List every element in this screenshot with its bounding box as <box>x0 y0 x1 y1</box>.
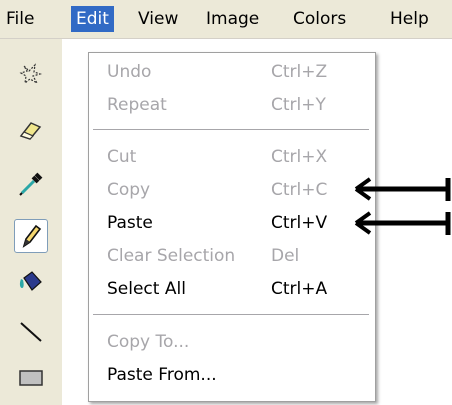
arrow-copy-annotation-icon <box>354 177 451 201</box>
menu-image[interactable]: Image <box>201 6 264 32</box>
pencil-icon <box>22 224 42 248</box>
color-picker-tool[interactable] <box>14 167 48 201</box>
menu-item-shortcut: Ctrl+Z <box>271 62 328 82</box>
menu-item-shortcut: Ctrl+V <box>271 213 328 233</box>
rectangle-icon <box>19 370 43 386</box>
menu-item-undo[interactable]: Undo Ctrl+Z <box>107 56 367 88</box>
eraser-tool[interactable] <box>14 113 48 147</box>
arrow-paste-annotation-icon <box>354 211 451 235</box>
menu-file[interactable]: File <box>1 6 39 32</box>
menu-item-label: Select All <box>107 279 186 299</box>
menu-item-label: Clear Selection <box>107 246 236 266</box>
menu-item-paste[interactable]: Paste Ctrl+V <box>107 207 367 239</box>
eraser-icon <box>19 122 42 140</box>
menu-item-copy-to[interactable]: Copy To... <box>107 326 367 358</box>
menu-item-repeat[interactable]: Repeat Ctrl+Y <box>107 89 367 121</box>
menu-item-shortcut: Ctrl+C <box>271 180 328 200</box>
menu-item-label: Paste <box>107 213 153 233</box>
menu-bar: File Edit View Image Colors Help <box>0 0 452 39</box>
menu-item-label: Copy To... <box>107 332 190 352</box>
menu-item-clear-selection[interactable]: Clear Selection Del <box>107 240 367 272</box>
line-icon <box>20 322 42 342</box>
menu-colors[interactable]: Colors <box>288 6 351 32</box>
menu-item-label: Undo <box>107 62 152 82</box>
menu-item-shortcut: Del <box>271 246 300 266</box>
menu-separator <box>93 314 369 315</box>
menu-view[interactable]: View <box>133 6 183 32</box>
menu-help[interactable]: Help <box>385 6 434 32</box>
free-form-select-icon <box>19 63 43 85</box>
menu-item-label: Repeat <box>107 95 167 115</box>
menu-separator <box>93 129 369 130</box>
menu-item-cut[interactable]: Cut Ctrl+X <box>107 141 367 173</box>
tool-box <box>0 39 62 405</box>
menu-item-shortcut: Ctrl+A <box>271 279 328 299</box>
color-picker-icon <box>19 172 43 196</box>
menu-item-copy[interactable]: Copy Ctrl+C <box>107 174 367 206</box>
line-tool[interactable] <box>14 315 48 349</box>
menu-item-paste-from[interactable]: Paste From... <box>107 359 367 391</box>
edit-menu-dropdown: Undo Ctrl+Z Repeat Ctrl+Y Cut Ctrl+X Cop… <box>88 52 376 402</box>
rectangle-tool[interactable] <box>14 361 48 395</box>
menu-item-select-all[interactable]: Select All Ctrl+A <box>107 273 367 305</box>
pencil-tool[interactable] <box>14 219 48 253</box>
menu-item-label: Copy <box>107 180 151 200</box>
menu-item-shortcut: Ctrl+X <box>271 147 328 167</box>
menu-item-label: Cut <box>107 147 137 167</box>
menu-item-label: Paste From... <box>107 365 217 385</box>
free-form-select-tool[interactable] <box>14 57 48 91</box>
menu-edit[interactable]: Edit <box>71 6 114 32</box>
fill-icon <box>19 271 42 291</box>
menu-item-shortcut: Ctrl+Y <box>271 95 326 115</box>
fill-tool[interactable] <box>14 265 48 299</box>
